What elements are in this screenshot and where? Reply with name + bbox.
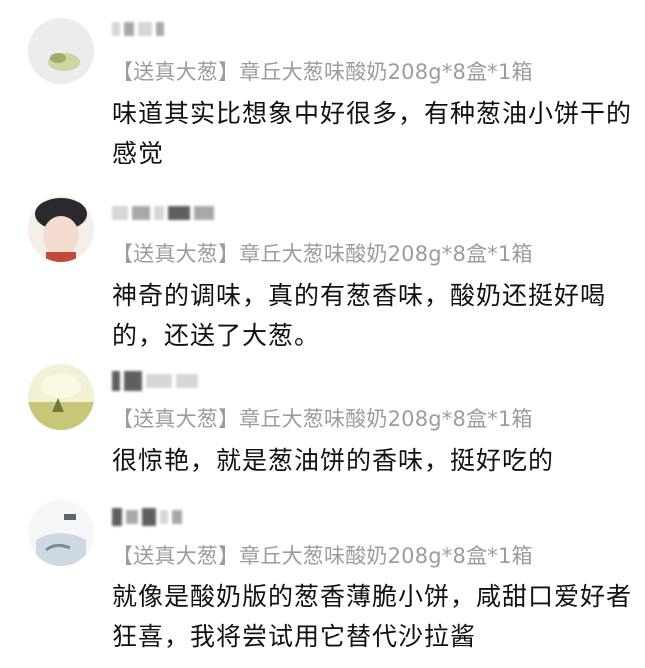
avatar[interactable]	[28, 364, 94, 430]
review-text: 很惊艳，就是葱油饼的香味，挺好吃的	[112, 446, 555, 475]
username-blurred	[112, 370, 262, 392]
review-text: 味道其实比想象中好很多，有种葱油小饼干的感觉	[112, 99, 633, 168]
username-blurred	[112, 506, 262, 528]
product-variant-label: 【送真大葱】章丘大葱味酸奶208g*8盒*1箱	[112, 544, 533, 568]
review-text: 就像是酸奶版的葱香薄脆小饼，咸甜口爱好者狂喜，我将尝试用它替代沙拉酱	[112, 582, 633, 651]
review-item: 【送真大葱】章丘大葱味酸奶208g*8盒*1箱 很惊艳，就是葱油饼的香味，挺好吃…	[0, 360, 645, 490]
review-item: 【送真大葱】章丘大葱味酸奶208g*8盒*1箱 味道其实比想象中好很多，有种葱油…	[0, 0, 645, 190]
review-list: 【送真大葱】章丘大葱味酸奶208g*8盒*1箱 味道其实比想象中好很多，有种葱油…	[0, 0, 645, 668]
username-blurred	[112, 18, 262, 40]
avatar[interactable]	[28, 500, 94, 566]
product-variant-label: 【送真大葱】章丘大葱味酸奶208g*8盒*1箱	[112, 407, 533, 431]
product-variant-label: 【送真大葱】章丘大葱味酸奶208g*8盒*1箱	[112, 242, 533, 266]
review-item: 【送真大葱】章丘大葱味酸奶208g*8盒*1箱 神奇的调味，真的有葱香味，酸奶还…	[0, 190, 645, 360]
product-variant-label: 【送真大葱】章丘大葱味酸奶208g*8盒*1箱	[112, 60, 533, 84]
avatar[interactable]	[28, 18, 94, 84]
review-text: 神奇的调味，真的有葱香味，酸奶还挺好喝的，还送了大葱。	[112, 281, 607, 350]
avatar[interactable]	[28, 196, 94, 262]
review-item: 【送真大葱】章丘大葱味酸奶208g*8盒*1箱 就像是酸奶版的葱香薄脆小饼，咸甜…	[0, 490, 645, 668]
username-blurred	[112, 202, 262, 224]
